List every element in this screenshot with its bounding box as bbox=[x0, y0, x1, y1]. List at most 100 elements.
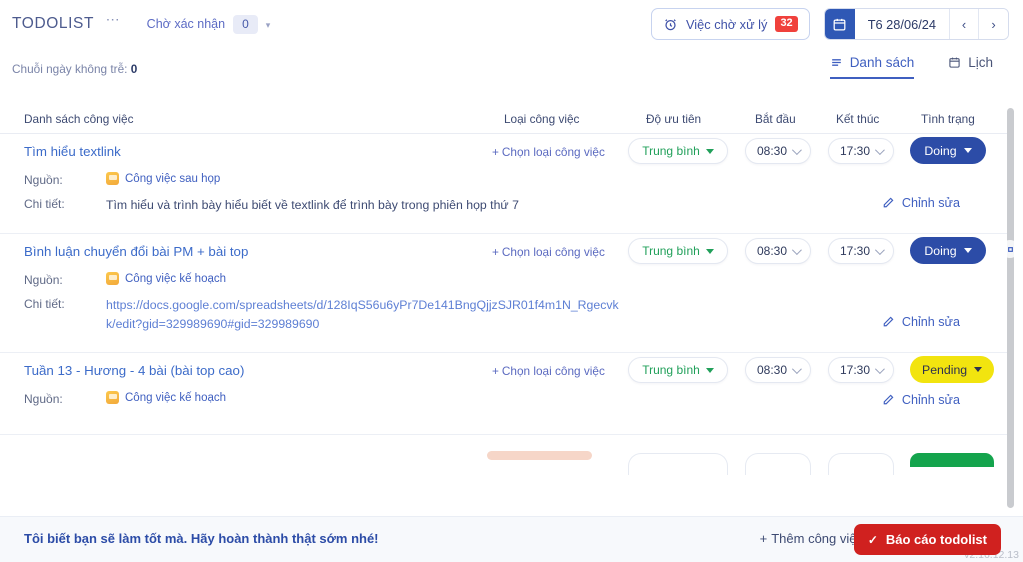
plus-icon: + bbox=[492, 364, 499, 378]
priority-dropdown[interactable]: Trung bình bbox=[628, 357, 728, 383]
chevron-down-icon bbox=[791, 244, 802, 255]
start-time-value: 08:30 bbox=[756, 144, 788, 158]
plus-icon: + bbox=[759, 531, 768, 546]
start-time-dropdown[interactable]: 08:30 bbox=[745, 138, 811, 164]
status-value: Pending bbox=[922, 362, 968, 377]
choose-task-type-button[interactable]: + Chọn loại công việc bbox=[492, 145, 605, 159]
task-source-line: Nguồn: Công việc kế hoạch bbox=[0, 269, 1008, 293]
gear-glyph bbox=[1007, 246, 1013, 252]
chevron-down-icon[interactable]: ▾ bbox=[266, 20, 271, 31]
source-chip[interactable]: Công việc sau họp bbox=[106, 172, 220, 185]
plus-icon: + bbox=[492, 145, 499, 159]
gear-icon[interactable] bbox=[1001, 240, 1019, 258]
end-time-dropdown[interactable] bbox=[828, 453, 894, 475]
source-chip[interactable]: Công việc kế hoạch bbox=[106, 272, 226, 285]
prev-day-button[interactable]: ‹ bbox=[950, 9, 979, 39]
start-time-dropdown[interactable]: 08:30 bbox=[745, 357, 811, 383]
tab-calendar-view-label: Lịch bbox=[968, 55, 993, 70]
waiting-tasks-button[interactable]: Việc chờ xử lý 32 bbox=[650, 8, 810, 40]
calendar-picker-button[interactable] bbox=[824, 9, 855, 39]
priority-value: Trung bình bbox=[642, 144, 700, 158]
status-dropdown[interactable]: Pending bbox=[910, 356, 995, 383]
end-time-value: 17:30 bbox=[839, 244, 871, 258]
priority-dropdown[interactable] bbox=[628, 453, 728, 475]
vertical-scrollbar[interactable] bbox=[1007, 108, 1014, 508]
date-navigator: T6 28/06/24 ‹ › bbox=[823, 8, 1009, 40]
streak-info: Chuỗi ngày không trễ: 0 bbox=[12, 62, 137, 76]
task-row-main: Tìm hiểu textlink + Chọn loại công việc T… bbox=[0, 134, 1008, 169]
source-label: Nguồn: bbox=[24, 273, 63, 287]
status-dropdown[interactable]: Doing bbox=[910, 237, 986, 264]
choose-task-type-label: Chọn loại công việc bbox=[501, 364, 605, 378]
column-header-start: Bắt đầu bbox=[755, 112, 796, 126]
pencil-icon bbox=[883, 197, 894, 208]
start-time-dropdown[interactable] bbox=[745, 453, 811, 475]
edit-task-button[interactable]: Chỉnh sửa bbox=[881, 393, 960, 407]
tab-list-view[interactable]: Danh sách bbox=[829, 55, 915, 79]
pending-confirm-label: Chờ xác nhận bbox=[146, 17, 226, 31]
table-header: Danh sách công việc Loại công việc Độ ưu… bbox=[0, 104, 1008, 134]
table-row: Tìm hiểu textlink + Chọn loại công việc T… bbox=[0, 134, 1008, 234]
source-label: Nguồn: bbox=[24, 392, 63, 406]
choose-task-type-button[interactable]: + Chọn loại công việc bbox=[492, 364, 605, 378]
choose-task-type-label: Chọn loại công việc bbox=[501, 245, 605, 259]
calendar-icon bbox=[949, 57, 960, 68]
priority-value: Trung bình bbox=[642, 363, 700, 377]
app-brand[interactable]: TODOLIST ⋯ bbox=[12, 12, 121, 33]
end-time-dropdown[interactable]: 17:30 bbox=[828, 357, 894, 383]
task-title[interactable]: Tìm hiểu textlink bbox=[24, 144, 121, 159]
priority-dropdown[interactable]: Trung bình bbox=[628, 138, 728, 164]
edit-task-button[interactable]: Chỉnh sửa bbox=[881, 315, 960, 329]
chevron-down-icon bbox=[963, 148, 972, 153]
sub-header: Chuỗi ngày không trễ: 0 Danh sách Lịch bbox=[0, 48, 1023, 93]
check-icon: ✓ bbox=[867, 532, 878, 547]
start-time-value: 08:30 bbox=[756, 363, 788, 377]
streak-value: 0 bbox=[130, 62, 138, 76]
task-source-line: Nguồn: Công việc sau họp bbox=[0, 169, 1008, 193]
status-dropdown[interactable] bbox=[910, 453, 994, 467]
alarm-clock-icon bbox=[665, 18, 676, 30]
report-todolist-button[interactable]: ✓ Báo cáo todolist bbox=[853, 524, 1001, 555]
add-task-button[interactable]: + Thêm công việc bbox=[760, 531, 863, 546]
priority-value: Trung bình bbox=[642, 244, 700, 258]
waiting-tasks-label: Việc chờ xử lý bbox=[685, 16, 768, 32]
detail-label: Chi tiết: bbox=[24, 197, 65, 211]
folder-icon bbox=[106, 272, 119, 285]
source-chip[interactable]: Công việc kế hoạch bbox=[106, 391, 226, 404]
task-title[interactable]: Bình luận chuyển đổi bài PM + bài top bbox=[24, 244, 248, 259]
tab-list-view-label: Danh sách bbox=[849, 55, 915, 70]
current-date-value[interactable]: T6 28/06/24 bbox=[854, 9, 950, 39]
choose-task-type-button[interactable]: + Chọn loại công việc bbox=[492, 245, 605, 259]
bottom-bar: Tôi biết bạn sẽ làm tốt mà. Hãy hoàn thà… bbox=[0, 516, 1023, 562]
priority-dropdown[interactable]: Trung bình bbox=[628, 238, 728, 264]
next-day-button[interactable]: › bbox=[979, 9, 1008, 39]
end-time-dropdown[interactable]: 17:30 bbox=[828, 238, 894, 264]
encouragement-text: Tôi biết bạn sẽ làm tốt mà. Hãy hoàn thà… bbox=[24, 531, 379, 546]
end-time-dropdown[interactable]: 17:30 bbox=[828, 138, 894, 164]
status-dropdown[interactable]: Doing bbox=[910, 137, 986, 164]
table-row: Bình luận chuyển đổi bài PM + bài top + C… bbox=[0, 234, 1008, 353]
detail-link[interactable]: https://docs.google.com/spreadsheets/d/1… bbox=[106, 296, 626, 334]
chevron-down-icon bbox=[874, 363, 885, 374]
task-detail-line: Chi tiết: Tìm hiểu và trình bày hiểu biế… bbox=[0, 193, 1008, 219]
streak-label: Chuỗi ngày không trễ: bbox=[12, 62, 128, 76]
chevron-down-icon bbox=[791, 363, 802, 374]
tab-calendar-view[interactable]: Lịch bbox=[948, 55, 993, 79]
chevron-down-icon bbox=[874, 244, 885, 255]
start-time-value: 08:30 bbox=[756, 244, 788, 258]
status-value: Doing bbox=[924, 243, 957, 258]
pending-confirm-group[interactable]: Chờ xác nhận 0 ▾ bbox=[146, 14, 271, 34]
chevron-down-icon bbox=[705, 367, 714, 373]
task-title[interactable]: Tuần 13 - Hương - 4 bài (bài top cao) bbox=[24, 363, 244, 378]
task-row-main: Bình luận chuyển đổi bài PM + bài top + C… bbox=[0, 234, 1008, 269]
edit-task-button[interactable]: Chỉnh sửa bbox=[881, 196, 960, 210]
task-detail-line: Chi tiết: https://docs.google.com/spread… bbox=[0, 293, 1008, 338]
task-list: Tìm hiểu textlink + Chọn loại công việc T… bbox=[0, 134, 1008, 512]
source-value: Công việc sau họp bbox=[125, 172, 221, 185]
edit-task-label: Chỉnh sửa bbox=[901, 315, 960, 329]
chevron-down-icon bbox=[963, 248, 972, 253]
ellipsis-icon[interactable]: ⋯ bbox=[106, 11, 121, 27]
column-header-type: Loại công việc bbox=[504, 112, 580, 126]
start-time-dropdown[interactable]: 08:30 bbox=[745, 238, 811, 264]
pencil-icon bbox=[883, 394, 894, 405]
